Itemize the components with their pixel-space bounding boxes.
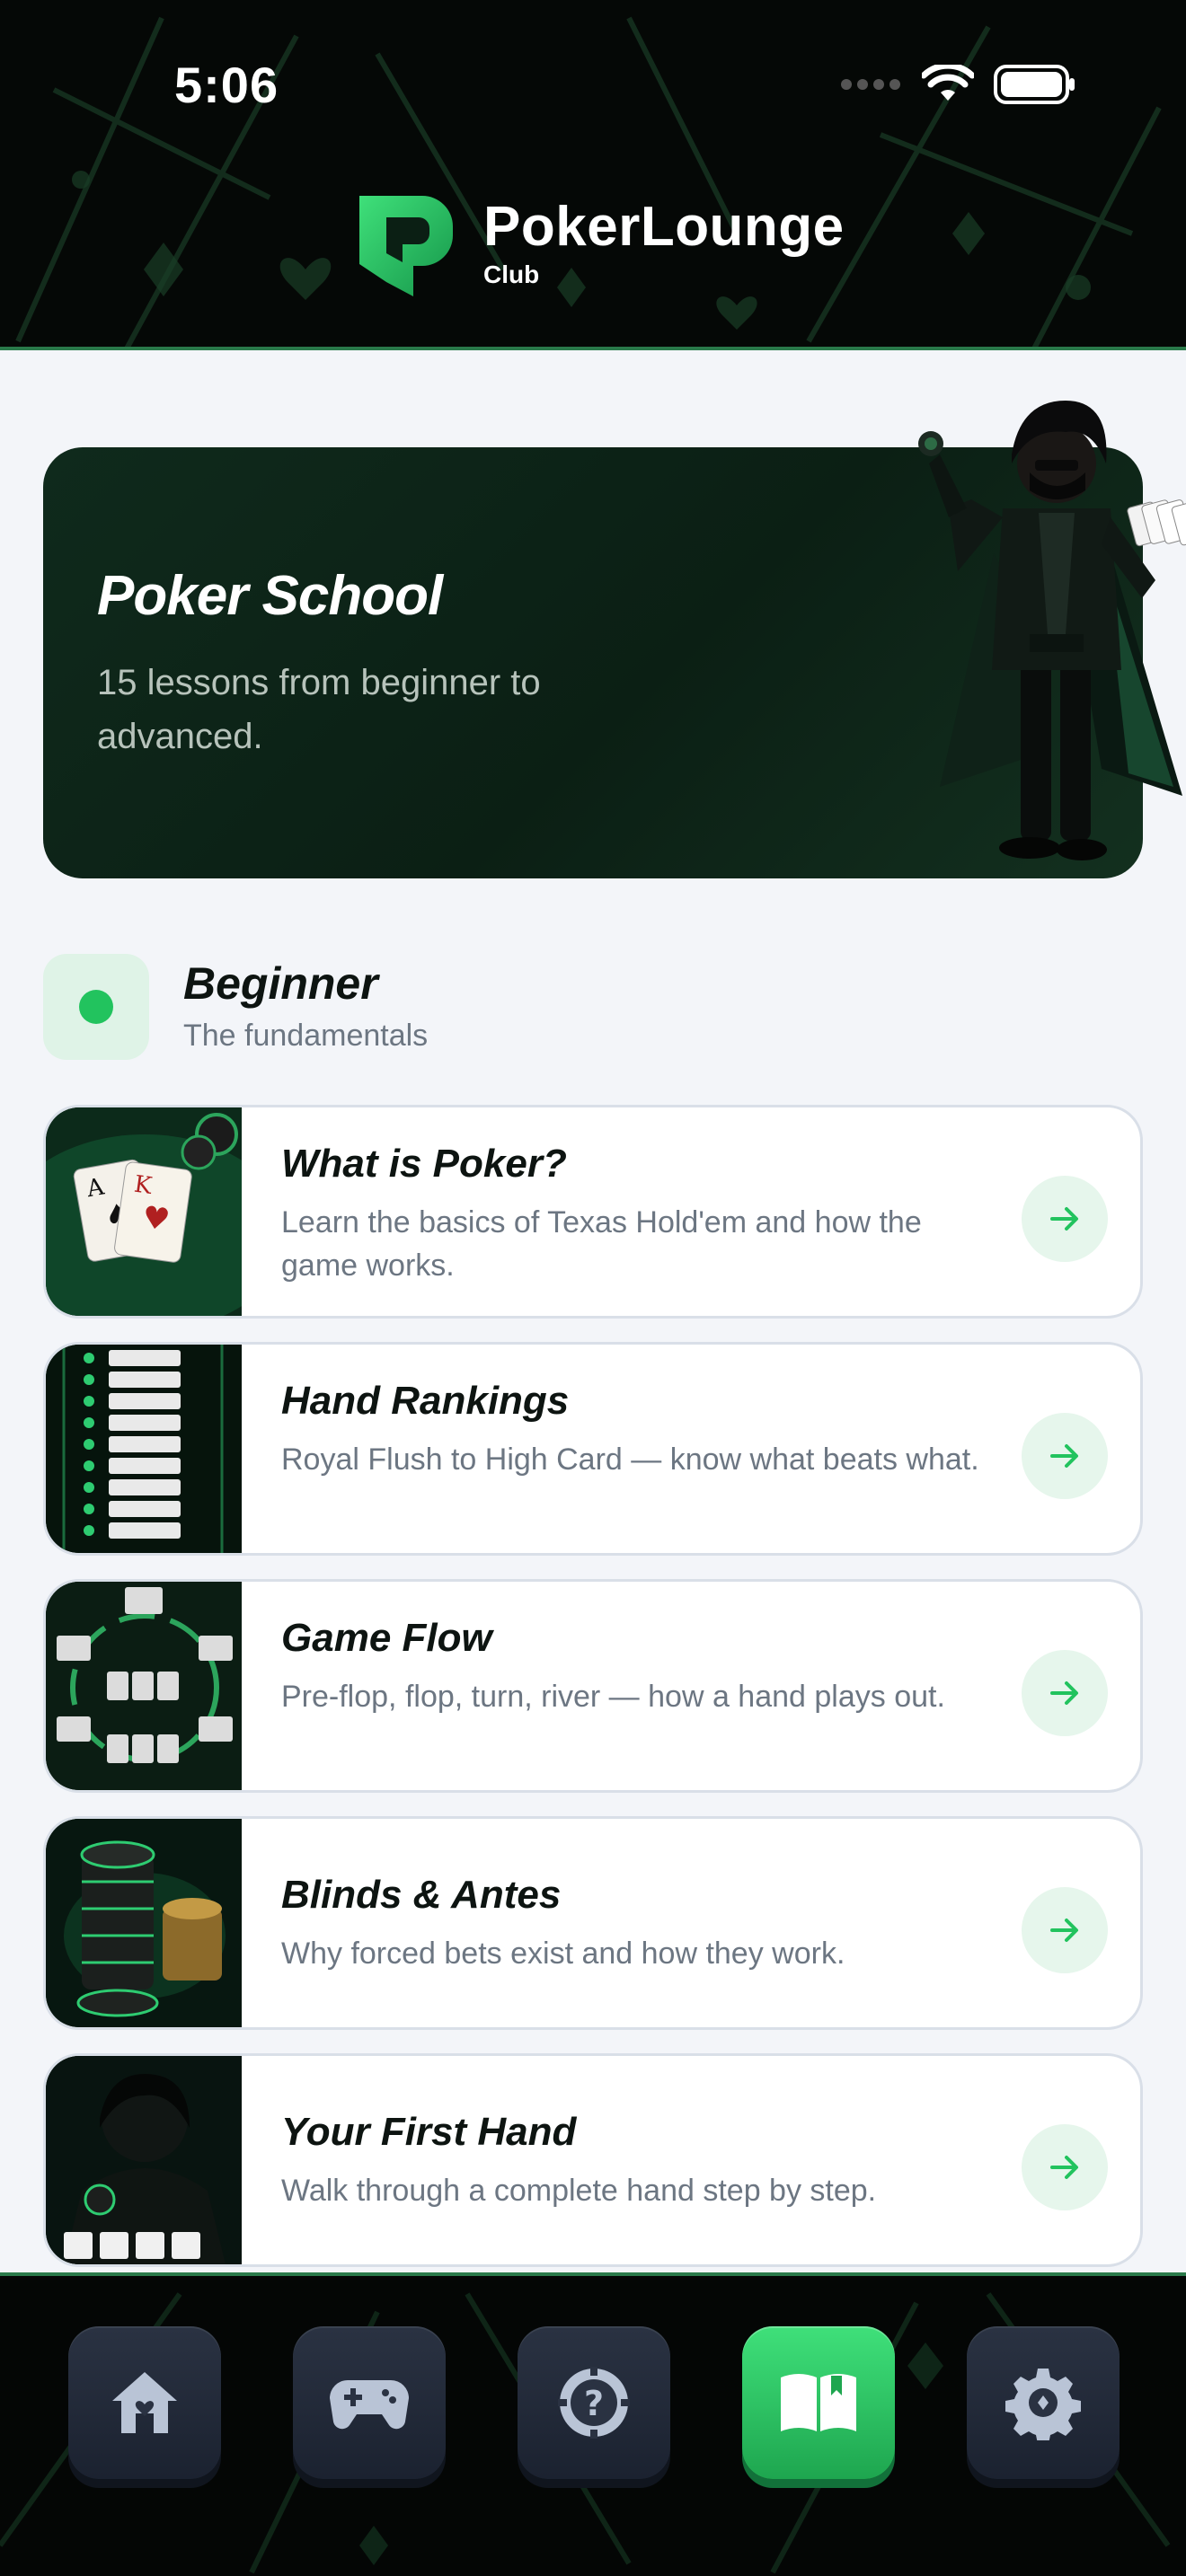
lesson-card-hand-rankings[interactable]: Hand Rankings Royal Flush to High Card —… [43, 1342, 1143, 1556]
arrow-right-icon [1050, 1207, 1078, 1231]
app-header: 5:06 PokerLounge Club [0, 0, 1186, 350]
player-at-table-image [46, 2056, 242, 2264]
nav-help-button[interactable]: ? [518, 2326, 670, 2479]
chip-stacks-image [46, 1819, 242, 2027]
battery-icon [994, 65, 1075, 104]
section-title: Beginner [183, 958, 378, 1009]
lesson-thumbnail [46, 2056, 242, 2264]
nav-school-button[interactable] [742, 2326, 895, 2479]
brand-name: PokerLounge [483, 196, 845, 258]
logo-mark-icon [359, 196, 453, 296]
svg-text:♥: ♥ [140, 1199, 173, 1239]
hero-title: Poker School [97, 565, 443, 627]
wifi-icon [922, 65, 974, 101]
beginner-dot-icon [79, 990, 113, 1024]
bottom-nav: ? [0, 2272, 1186, 2576]
lesson-description: Pre-flop, flop, turn, river — how a hand… [281, 1680, 945, 1714]
lesson-title: What is Poker? [281, 1142, 567, 1186]
status-time: 5:06 [174, 57, 279, 113]
lesson-description: Walk through a complete hand step by ste… [281, 2174, 877, 2208]
gamepad-icon [330, 2380, 409, 2430]
section-badge [43, 954, 149, 1060]
lesson-description: Royal Flush to High Card — know what bea… [281, 1442, 979, 1477]
signal-icon [841, 79, 900, 90]
lesson-thumbnail [46, 1819, 242, 2027]
brand-sub: Club [483, 260, 540, 288]
lesson-description: Why forced bets exist and how they work. [281, 1936, 845, 1971]
nav-home-button[interactable] [68, 2326, 221, 2479]
arrow-right-icon [1050, 1919, 1078, 1942]
lesson-thumbnail: A ♠ K ♥ [46, 1107, 242, 1316]
lesson-title: Blinds & Antes [281, 1873, 562, 1917]
lesson-card-game-flow[interactable]: Game Flow Pre-flop, flop, turn, river — … [43, 1579, 1143, 1793]
lesson-thumbnail [46, 1582, 242, 1790]
cards-on-table-image: A ♠ K ♥ [46, 1107, 242, 1316]
lesson-title: Game Flow [281, 1616, 492, 1660]
lesson-title: Hand Rankings [281, 1379, 570, 1423]
open-lesson-button[interactable] [1022, 2124, 1108, 2210]
lesson-title: Your First Hand [281, 2110, 577, 2154]
hero-subtitle: 15 lessons from beginner to advanced. [97, 663, 541, 756]
open-lesson-button[interactable] [1022, 1413, 1108, 1499]
section-subtitle: The fundamentals [183, 1019, 429, 1053]
svg-text:?: ? [584, 2384, 604, 2423]
status-icons [839, 65, 1076, 104]
dealer-character-illustration [918, 401, 1186, 860]
open-lesson-button[interactable] [1022, 1176, 1108, 1262]
nav-settings-button[interactable] [967, 2326, 1120, 2479]
gear-icon [1005, 2369, 1081, 2440]
open-lesson-button[interactable] [1022, 1650, 1108, 1736]
arrow-right-icon [1050, 1444, 1078, 1468]
arrow-right-icon [1050, 2156, 1078, 2179]
lesson-description: Learn the basics of Texas Hold'em and ho… [281, 1205, 922, 1283]
lesson-card-your-first-hand[interactable]: Your First Hand Walk through a complete … [43, 2053, 1143, 2267]
hero-banner: Poker School 15 lessons from beginner to… [43, 401, 1186, 878]
book-icon [781, 2374, 856, 2431]
home-icon [112, 2372, 177, 2433]
lesson-thumbnail [46, 1345, 242, 1553]
lesson-card-blinds-antes[interactable]: Blinds & Antes Why forced bets exist and… [43, 1816, 1143, 2030]
help-chip-icon: ? [558, 2367, 630, 2439]
open-lesson-button[interactable] [1022, 1887, 1108, 1973]
lesson-card-what-is-poker[interactable]: A ♠ K ♥ What is Poker? Learn the basics … [43, 1105, 1143, 1319]
brand-logo: PokerLounge Club [347, 187, 845, 302]
arrow-right-icon [1050, 1681, 1078, 1705]
game-flow-image [46, 1582, 242, 1790]
nav-games-button[interactable] [293, 2326, 446, 2479]
hand-rankings-image [46, 1345, 242, 1553]
